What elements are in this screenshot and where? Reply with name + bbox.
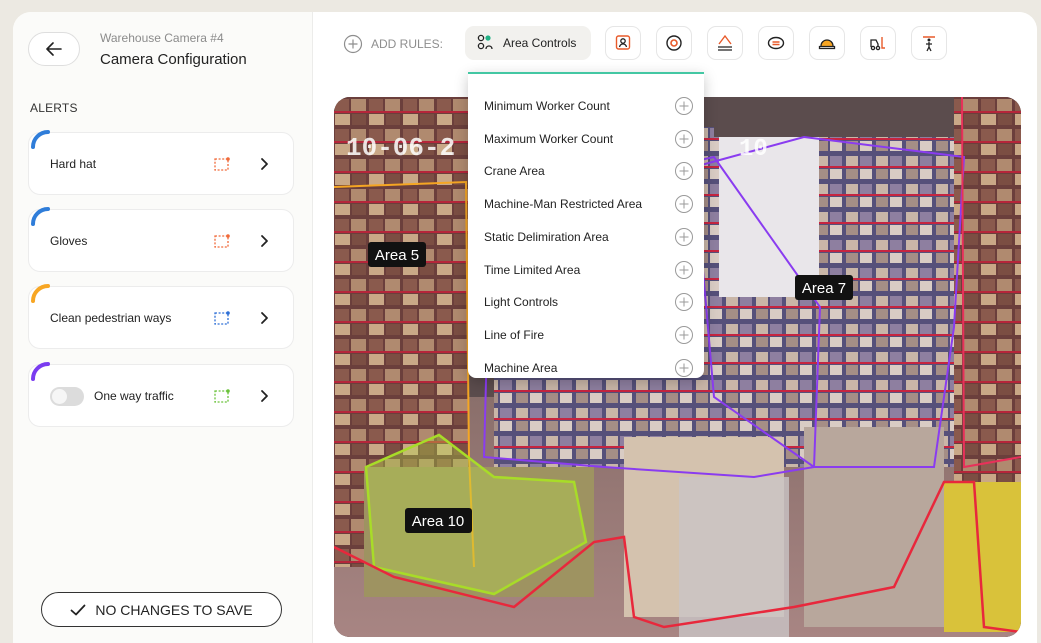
add-rule-plus-icon[interactable] <box>674 292 694 312</box>
dropdown-item-label: Minimum Worker Count <box>484 99 610 113</box>
chevron-right-icon[interactable] <box>258 311 270 325</box>
worker-badge-icon <box>615 35 631 50</box>
add-rules-button[interactable]: ADD RULES: <box>343 34 443 54</box>
chevron-right-icon[interactable] <box>258 389 270 403</box>
add-rule-plus-icon[interactable] <box>674 260 694 280</box>
dropdown-item-label: Static Delimiration Area <box>484 229 609 244</box>
pedestrian-sign-button[interactable] <box>911 26 947 60</box>
restricted-eye-icon <box>767 36 785 50</box>
zone-icon <box>214 234 230 248</box>
eye-detection-button[interactable] <box>656 26 692 60</box>
pedestrian-sign-icon <box>923 36 935 52</box>
area-label-5[interactable]: Area 5 <box>368 242 426 267</box>
crane-icon <box>718 34 732 51</box>
forklift-icon <box>870 37 885 51</box>
add-rule-plus-icon[interactable] <box>674 227 694 247</box>
zone-icon <box>214 389 230 403</box>
sidebar: Warehouse Camera #4 Camera Configuration… <box>13 12 313 643</box>
area-controls-icon <box>477 34 493 50</box>
video-overlay-number: 10 <box>739 136 768 163</box>
add-rule-plus-icon[interactable] <box>674 129 694 149</box>
add-rule-plus-icon[interactable] <box>674 194 694 214</box>
save-button-label: NO CHANGES TO SAVE <box>95 601 253 618</box>
dropdown-item[interactable]: Static Delimiration Area <box>484 227 694 247</box>
hard-hat-button[interactable] <box>809 26 845 60</box>
app-window: Warehouse Camera #4 Camera Configuration… <box>13 12 1037 643</box>
alert-card-hard-hat[interactable]: Hard hat <box>28 130 294 195</box>
save-button[interactable]: NO CHANGES TO SAVE <box>41 592 282 627</box>
dropdown-item-label: Machine Area <box>484 360 558 375</box>
dropdown-item-label: Light Controls <box>484 295 559 310</box>
accent-arc-icon <box>31 362 50 381</box>
forklift-button[interactable] <box>860 26 896 60</box>
hard-hat-icon <box>818 39 836 50</box>
alert-label: Clean pedestrian ways <box>50 311 172 325</box>
accent-arc-icon <box>31 130 50 149</box>
add-rule-plus-icon[interactable] <box>674 358 694 378</box>
dropdown-item[interactable]: Maximum Worker Count <box>484 129 694 149</box>
alert-label: One way traffic <box>94 389 174 403</box>
zone-icon <box>214 311 230 325</box>
one-way-traffic-toggle[interactable] <box>50 387 84 406</box>
video-timestamp: 10-06-2 <box>346 133 455 163</box>
dropdown-item-label: Time Limited Area <box>484 262 581 277</box>
accent-arc-icon <box>31 207 50 226</box>
dropdown-item-label: Machine-Man Restricted Area <box>484 197 643 212</box>
eye-detection-icon <box>666 35 682 51</box>
alerts-heading: ALERTS <box>30 101 78 115</box>
alert-card-gloves[interactable]: Gloves <box>28 207 294 272</box>
area-label-text: Area 7 <box>802 280 846 297</box>
plus-circle-icon <box>343 34 363 54</box>
dropdown-item[interactable]: Crane Area <box>484 161 694 181</box>
area-label-text: Area 10 <box>412 513 465 530</box>
page-title: Camera Configuration <box>100 51 247 68</box>
dropdown-item-label: Maximum Worker Count <box>484 131 614 146</box>
check-icon <box>71 604 86 615</box>
dropdown-item-label: Crane Area <box>484 164 545 179</box>
camera-name: Warehouse Camera #4 <box>100 31 224 45</box>
area-controls-label: Area Controls <box>503 36 577 50</box>
add-rules-label: ADD RULES: <box>371 37 444 51</box>
chevron-right-icon[interactable] <box>258 234 270 248</box>
alert-card-one-way-traffic[interactable]: One way traffic <box>28 362 294 427</box>
dropdown-item[interactable]: Time Limited Area <box>484 260 694 280</box>
area-controls-tab[interactable]: Area Controls <box>465 26 591 60</box>
worker-badge-button[interactable] <box>605 26 641 60</box>
alert-card-clean-pedestrian-ways[interactable]: Clean pedestrian ways <box>28 284 294 349</box>
area-label-text: Area 5 <box>375 247 419 264</box>
arrow-left-icon <box>46 42 62 56</box>
area-label-7[interactable]: Area 7 <box>795 275 853 300</box>
dropdown-item[interactable]: Line of Fire <box>484 325 694 345</box>
zone-icon <box>214 157 230 171</box>
accent-arc-icon <box>31 284 50 303</box>
area-controls-dropdown: Minimum Worker Count Maximum Worker Count… <box>468 72 704 378</box>
dropdown-item[interactable]: Machine Area <box>484 358 694 378</box>
restricted-eye-button[interactable] <box>758 26 794 60</box>
dropdown-item[interactable]: Minimum Worker Count <box>484 96 694 116</box>
alert-label: Hard hat <box>50 157 97 171</box>
back-button[interactable] <box>28 32 80 66</box>
add-rule-plus-icon[interactable] <box>674 161 694 181</box>
add-rule-plus-icon[interactable] <box>674 96 694 116</box>
crane-button[interactable] <box>707 26 743 60</box>
alert-label: Gloves <box>50 234 88 248</box>
area-label-10[interactable]: Area 10 <box>405 508 472 533</box>
dropdown-item-label: Line of Fire <box>484 327 545 342</box>
dropdown-item[interactable]: Light Controls <box>484 292 694 312</box>
add-rule-plus-icon[interactable] <box>674 325 694 345</box>
dropdown-item[interactable]: Machine-Man Restricted Area <box>484 194 694 214</box>
chevron-right-icon[interactable] <box>258 157 270 171</box>
